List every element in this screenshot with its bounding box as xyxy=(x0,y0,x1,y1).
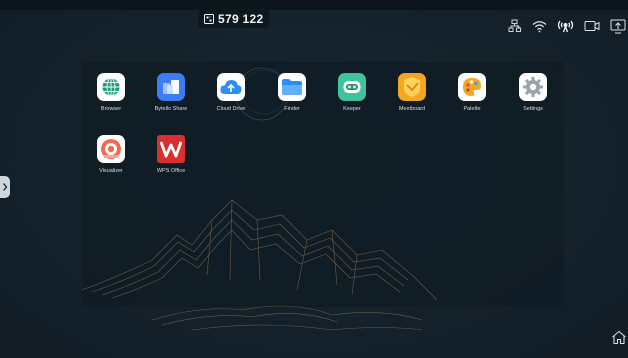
app-visualizer[interactable]: Visualizer xyxy=(86,135,136,174)
wps-logo-icon xyxy=(160,141,182,158)
app-tile xyxy=(338,73,366,101)
desktop-screen: 579 122 Browser Bytello Share Cloud Driv… xyxy=(0,0,628,358)
app-label: Bytello Share xyxy=(154,106,188,112)
folder-share-icon xyxy=(163,80,179,94)
app-finder[interactable]: Finder xyxy=(267,73,317,112)
app-tile xyxy=(157,73,185,101)
app-browser[interactable]: Browser xyxy=(86,73,136,112)
app-tile xyxy=(97,73,125,101)
app-tile xyxy=(278,73,306,101)
chevron-right-icon xyxy=(3,183,8,191)
palette-icon xyxy=(463,78,481,96)
app-tile xyxy=(458,73,486,101)
app-meetboard[interactable]: Meetboard xyxy=(387,73,437,112)
camera-lens-icon xyxy=(101,139,121,159)
app-label: Visualizer xyxy=(99,168,123,174)
app-label: Cloud Drive xyxy=(216,106,246,112)
app-label: Finder xyxy=(284,106,300,112)
qr-code-icon xyxy=(204,14,214,24)
app-label: Settings xyxy=(523,106,543,112)
app-tile xyxy=(519,73,547,101)
screen-record-icon[interactable] xyxy=(584,20,600,32)
mountain-illustration xyxy=(82,199,438,331)
robot-face-icon xyxy=(343,81,361,93)
app-keeper[interactable]: Keeper xyxy=(327,73,377,112)
app-label: Keeper xyxy=(343,106,361,112)
top-bar xyxy=(0,0,628,10)
cloud-upload-icon xyxy=(220,80,242,94)
screen-share-icon[interactable] xyxy=(610,18,626,34)
status-bar xyxy=(508,18,628,34)
app-label: Meetboard xyxy=(398,106,426,112)
network-disconnected-icon[interactable] xyxy=(508,19,522,33)
app-palette[interactable]: Palette xyxy=(447,73,497,112)
folder-icon xyxy=(282,79,302,95)
app-cloud-drive[interactable]: Cloud Drive xyxy=(206,73,256,112)
app-label: Palette xyxy=(463,106,481,112)
app-tile xyxy=(217,73,245,101)
app-tile xyxy=(97,135,125,163)
wifi-icon[interactable] xyxy=(532,20,547,33)
app-tile xyxy=(398,73,426,101)
app-label: Browser xyxy=(100,106,122,112)
home-button[interactable] xyxy=(610,328,628,346)
app-label: WPS Office xyxy=(156,168,186,174)
app-bytello-share[interactable]: Bytello Share xyxy=(146,73,196,112)
hotspot-icon[interactable] xyxy=(557,19,574,33)
side-drawer-handle[interactable] xyxy=(0,176,10,198)
gear-icon xyxy=(523,77,543,97)
home-icon xyxy=(612,330,626,344)
globe-icon xyxy=(101,77,121,97)
app-tile xyxy=(157,135,185,163)
app-settings[interactable]: Settings xyxy=(508,73,558,112)
meeting-code: 579 122 xyxy=(218,12,264,26)
app-wps-office[interactable]: WPS Office xyxy=(146,135,196,174)
meeting-code-box[interactable]: 579 122 xyxy=(198,10,270,28)
board-icon xyxy=(404,77,420,97)
